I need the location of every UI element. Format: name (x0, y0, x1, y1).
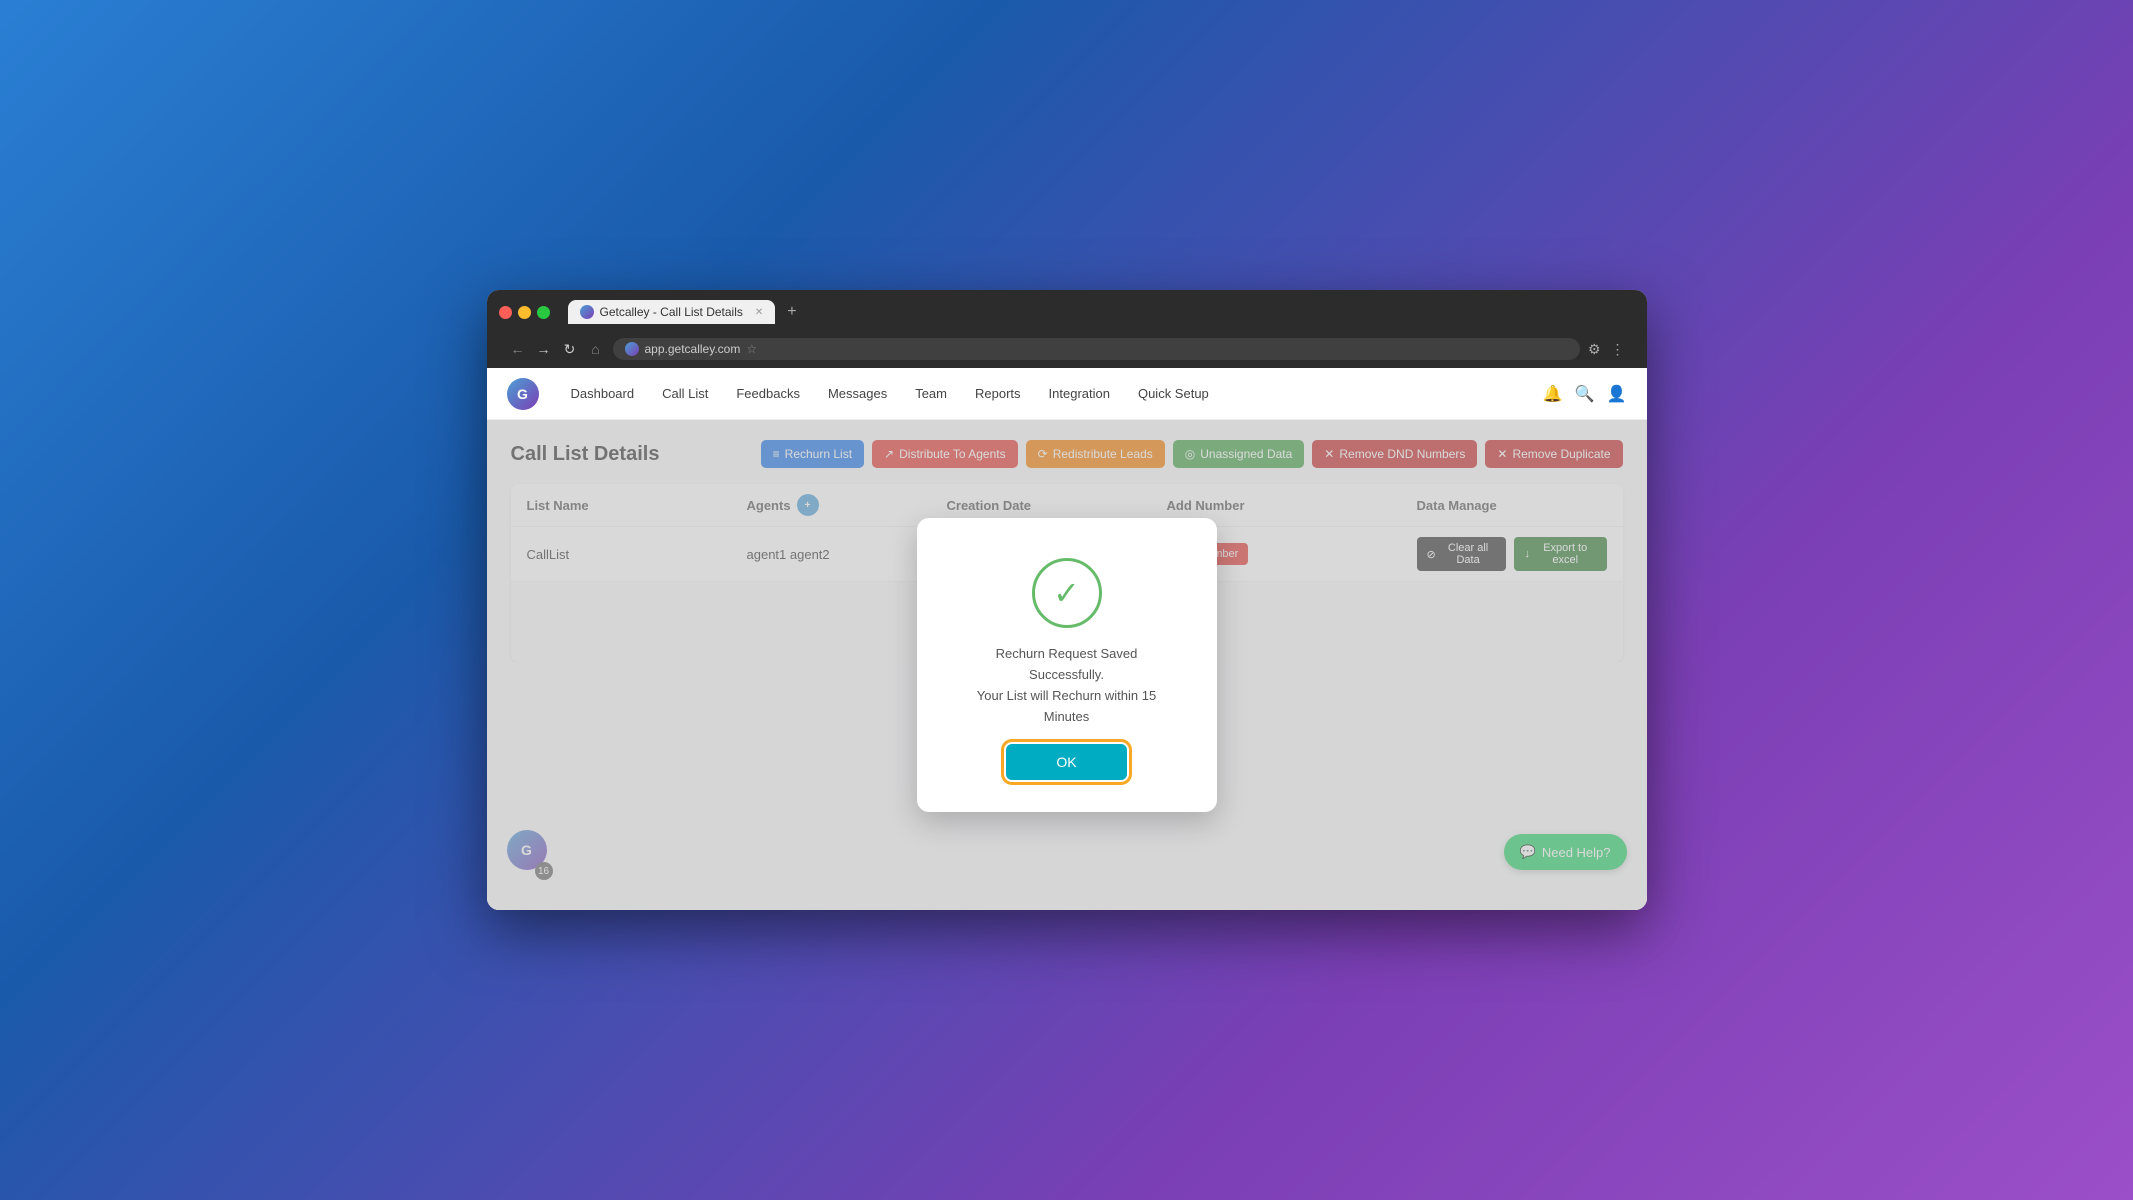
modal-line1: Rechurn Request Saved Successfully. (957, 644, 1177, 686)
app-logo: G (507, 378, 539, 410)
browser-addressbar: ← → ↻ ⌂ app.getcalley.com ☆ ⚙ ⋮ (499, 332, 1635, 368)
app-navbar: G Dashboard Call List Feedbacks Messages… (487, 368, 1647, 420)
browser-tab[interactable]: Getcalley - Call List Details ✕ (568, 300, 776, 324)
extensions-icon[interactable]: ⚙ (1588, 341, 1601, 358)
nav-dashboard[interactable]: Dashboard (559, 380, 647, 407)
close-button[interactable] (499, 306, 512, 319)
nav-right: 🔔 🔍 👤 (1543, 384, 1627, 404)
logo-text: G (517, 386, 528, 402)
browser-menu-icons: ⚙ ⋮ (1588, 341, 1625, 358)
nav-integration[interactable]: Integration (1037, 380, 1122, 407)
notification-icon[interactable]: 🔔 (1543, 384, 1563, 404)
browser-titlebar: Getcalley - Call List Details ✕ + (499, 300, 1635, 324)
bookmark-icon[interactable]: ☆ (746, 342, 757, 356)
nav-team[interactable]: Team (903, 380, 959, 407)
success-icon-circle: ✓ (1032, 558, 1102, 628)
search-icon[interactable]: 🔍 (1575, 384, 1595, 404)
modal-message: Rechurn Request Saved Successfully. Your… (957, 644, 1177, 727)
nav-quicksetup[interactable]: Quick Setup (1126, 380, 1221, 407)
nav-items: Dashboard Call List Feedbacks Messages T… (559, 380, 1543, 407)
home-button[interactable]: ⌂ (587, 341, 605, 357)
nav-messages[interactable]: Messages (816, 380, 899, 407)
checkmark-icon: ✓ (1053, 574, 1080, 612)
minimize-button[interactable] (518, 306, 531, 319)
tab-favicon (580, 305, 594, 319)
address-text: app.getcalley.com (645, 342, 741, 356)
tab-title: Getcalley - Call List Details (600, 305, 743, 319)
reload-button[interactable]: ↻ (561, 341, 579, 358)
address-bar[interactable]: app.getcalley.com ☆ (613, 338, 1580, 360)
menu-icon[interactable]: ⋮ (1611, 341, 1625, 358)
traffic-lights (499, 306, 550, 319)
address-favicon (625, 342, 639, 356)
maximize-button[interactable] (537, 306, 550, 319)
nav-feedbacks[interactable]: Feedbacks (724, 380, 812, 407)
browser-window: Getcalley - Call List Details ✕ + ← → ↻ … (487, 290, 1647, 910)
forward-button[interactable]: → (535, 341, 553, 357)
nav-reports[interactable]: Reports (963, 380, 1033, 407)
success-modal: ✓ Rechurn Request Saved Successfully. Yo… (917, 518, 1217, 811)
app-content: G Dashboard Call List Feedbacks Messages… (487, 368, 1647, 910)
back-button[interactable]: ← (509, 341, 527, 357)
modal-line2: Your List will Rechurn within 15 Minutes (957, 686, 1177, 728)
tab-close-icon[interactable]: ✕ (755, 307, 763, 318)
page-content: Call List Details ≡ Rechurn List ↗ Distr… (487, 420, 1647, 910)
modal-ok-button[interactable]: OK (1006, 744, 1126, 780)
logo-icon: G (507, 378, 539, 410)
nav-calllist[interactable]: Call List (650, 380, 720, 407)
new-tab-button[interactable]: + (787, 303, 796, 321)
modal-overlay: ✓ Rechurn Request Saved Successfully. Yo… (487, 420, 1647, 910)
browser-chrome: Getcalley - Call List Details ✕ + ← → ↻ … (487, 290, 1647, 368)
user-icon[interactable]: 👤 (1607, 384, 1627, 404)
